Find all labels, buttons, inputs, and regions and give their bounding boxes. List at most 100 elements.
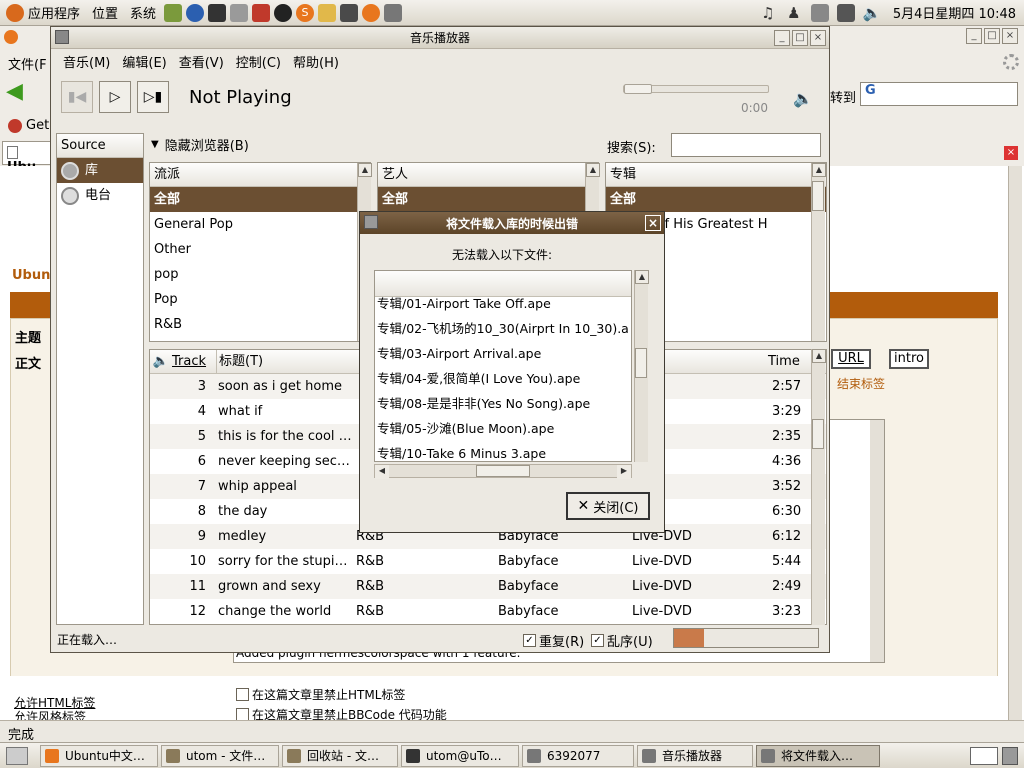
genre-item[interactable]: 全部: [150, 187, 370, 212]
taskbar-button[interactable]: 音乐播放器: [637, 744, 753, 767]
source-header[interactable]: Source: [57, 134, 143, 158]
track-scrollbar[interactable]: ▲: [811, 349, 826, 625]
genre-item[interactable]: Other: [150, 237, 370, 262]
seek-handle[interactable]: [624, 84, 652, 94]
taskbar-button[interactable]: utom - 文件…: [161, 744, 279, 767]
seek-slider[interactable]: [623, 84, 769, 94]
intro-button[interactable]: intro: [889, 349, 929, 369]
printer-icon[interactable]: [810, 3, 829, 22]
shuffle-checkbox[interactable]: ✓: [591, 634, 604, 647]
column-track[interactable]: Track: [172, 350, 216, 373]
file-list-hscroll[interactable]: ◀ ▶: [374, 464, 632, 479]
firefox-icon[interactable]: [362, 3, 381, 22]
hscroll-thumb[interactable]: [476, 465, 530, 477]
album-scrollbar[interactable]: ▲: [811, 163, 826, 341]
genre-item[interactable]: R&B: [150, 312, 370, 337]
error-file-item[interactable]: 专辑/10-Take 6 Minus 3.ape: [375, 441, 631, 461]
music-note-icon[interactable]: ♫: [759, 4, 777, 22]
user-icon[interactable]: ♟: [785, 4, 803, 22]
album-header[interactable]: 专辑: [606, 163, 826, 187]
scroll-up-arrow-icon[interactable]: ▲: [635, 270, 649, 284]
browser-tab[interactable]: Ubu: [2, 141, 52, 175]
source-item-library[interactable]: 库: [57, 158, 143, 183]
source-item-radio[interactable]: 电台: [57, 183, 143, 208]
column-title[interactable]: 标题(T): [216, 350, 352, 373]
search-field[interactable]: G: [860, 82, 1018, 106]
menu-system[interactable]: 系统: [130, 3, 156, 22]
scroll-thumb[interactable]: [635, 348, 647, 378]
taskbar-button[interactable]: 6392077: [522, 744, 634, 767]
scroll-right-arrow-icon[interactable]: ▶: [617, 465, 631, 479]
player-titlebar[interactable]: 音乐播放器 _ □ ×: [51, 27, 829, 49]
menu-applications[interactable]: 应用程序: [28, 3, 80, 22]
scroll-up-arrow-icon[interactable]: ▲: [358, 163, 372, 177]
network-icon[interactable]: [836, 3, 855, 22]
taskbar-button[interactable]: Ubuntu中文…: [40, 744, 158, 767]
genre-item[interactable]: General Pop: [150, 212, 370, 237]
album-item[interactable]: 全部: [606, 187, 826, 212]
menu-help[interactable]: 帮助(H): [287, 52, 345, 71]
browser-close-button[interactable]: ×: [1002, 28, 1018, 44]
scroll-up-arrow-icon[interactable]: ▲: [812, 163, 826, 177]
package-icon[interactable]: [164, 3, 183, 22]
previous-button[interactable]: ▮◀: [61, 81, 93, 113]
monitor-icon[interactable]: [340, 3, 359, 22]
disable-html-checkbox[interactable]: [236, 688, 249, 701]
url-button[interactable]: URL: [831, 349, 871, 369]
globe-icon[interactable]: [186, 3, 205, 22]
page-scrollbar[interactable]: [1008, 166, 1022, 720]
ubuntu-logo-icon[interactable]: [6, 3, 24, 22]
track-row[interactable]: 12 change the world R&B Babyface Live-DVD 3:2…: [150, 599, 826, 624]
menu-control[interactable]: 控制(C): [230, 52, 287, 71]
player-maximize-button[interactable]: □: [792, 30, 808, 46]
terminal-icon[interactable]: [208, 3, 227, 22]
notes-icon[interactable]: [384, 3, 403, 22]
disable-html-option[interactable]: 在这篇文章里禁止HTML标签: [236, 686, 405, 703]
artist-header[interactable]: 艺人: [378, 163, 598, 187]
repeat-checkbox[interactable]: ✓: [523, 634, 536, 647]
shuffle-toggle[interactable]: ✓ 乱序(U): [591, 631, 653, 650]
track-row[interactable]: 11 grown and sexy R&B Babyface Live-DVD 2:49: [150, 574, 826, 599]
trash-icon[interactable]: [1002, 746, 1018, 765]
error-file-item[interactable]: 专辑/01-Airport Take Off.ape: [375, 291, 631, 316]
menu-places[interactable]: 位置: [92, 3, 118, 22]
error-file-item[interactable]: 专辑/04-爱,很简单(I Love You).ape: [375, 366, 631, 391]
end-tag-link[interactable]: 结束标签: [837, 375, 885, 392]
next-button[interactable]: ▷▮: [137, 81, 169, 113]
show-desktop-icon[interactable]: [6, 746, 28, 765]
scroll-up-arrow-icon[interactable]: ▲: [812, 349, 826, 363]
taskbar-button[interactable]: utom@uTo…: [401, 744, 519, 767]
mail-icon[interactable]: [230, 3, 249, 22]
file-list-vscroll[interactable]: ▲: [634, 270, 649, 462]
genre-header[interactable]: 流派: [150, 163, 370, 187]
taskbar-button[interactable]: 将文件载入…: [756, 744, 880, 767]
textarea-scrollbar[interactable]: [870, 420, 884, 662]
taskbar-button[interactable]: 回收站 - 文…: [282, 744, 398, 767]
artist-item[interactable]: 全部: [378, 187, 598, 212]
genre-item[interactable]: pop: [150, 262, 370, 287]
menu-music[interactable]: 音乐(M): [57, 52, 116, 71]
skype-icon[interactable]: S: [296, 3, 315, 22]
playing-column-icon[interactable]: 🔈: [150, 350, 172, 373]
scroll-thumb[interactable]: [812, 181, 824, 211]
dialog-close-action-button[interactable]: ✕ 关闭(C): [566, 492, 650, 520]
genre-item[interactable]: Pop: [150, 287, 370, 312]
volume-icon[interactable]: 🔈: [863, 4, 882, 22]
bookmark-get[interactable]: Get: [8, 118, 49, 133]
dialog-titlebar[interactable]: 将文件载入库的时候出错 ×: [360, 212, 664, 234]
scroll-up-arrow-icon[interactable]: ▲: [586, 163, 600, 177]
tools-icon[interactable]: [252, 3, 271, 22]
track-row[interactable]: 10 sorry for the stupi… R&B Babyface Live-DV…: [150, 549, 826, 574]
workspace-switcher[interactable]: [970, 746, 998, 765]
clock[interactable]: 5月4日星期四 10:48: [893, 3, 1016, 22]
error-file-item[interactable]: 专辑/03-Airport Arrival.ape: [375, 341, 631, 366]
error-file-item[interactable]: 专辑/02-飞机场的10_30(Airprt In 10_30).a: [375, 316, 631, 341]
dialog-close-button[interactable]: ×: [645, 215, 661, 231]
error-file-item[interactable]: 专辑/05-沙滩(Blue Moon).ape: [375, 416, 631, 441]
penguin-icon[interactable]: [274, 3, 293, 22]
player-close-button[interactable]: ×: [810, 30, 826, 46]
search-input[interactable]: [671, 133, 821, 157]
column-time[interactable]: Time: [764, 350, 814, 373]
scroll-thumb[interactable]: [812, 419, 824, 449]
volume-button-icon[interactable]: 🔈: [793, 89, 813, 108]
